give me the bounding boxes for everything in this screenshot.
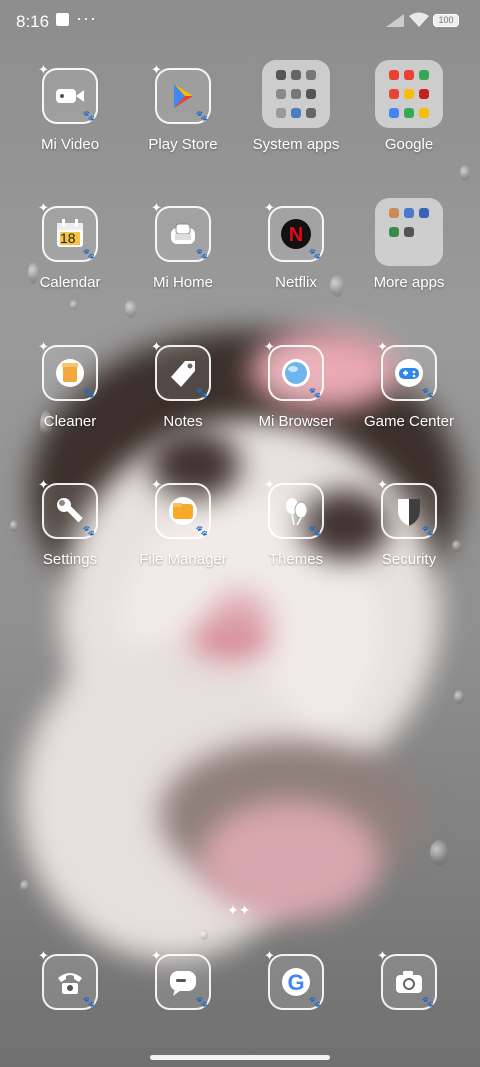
- themes-icon: ✦ 🐾: [264, 477, 324, 539]
- app-file-manager[interactable]: ✦ 🐾 File Manager: [128, 475, 238, 585]
- app-label: Mi Video: [40, 136, 100, 153]
- app-notes[interactable]: ✦ 🐾 Notes: [128, 337, 238, 447]
- calendar-icon: ✦ 18 🐾: [38, 200, 98, 262]
- settings-icon: ✦ 🐾: [38, 477, 98, 539]
- status-bar: 8:16 ··· 100: [0, 0, 480, 44]
- app-settings[interactable]: ✦ 🐾 Settings: [15, 475, 125, 585]
- phone-icon: ✦ 🐾: [38, 948, 98, 1010]
- signal-icon: [386, 14, 404, 27]
- app-themes[interactable]: ✦ 🐾 Themes: [241, 475, 351, 585]
- folder-google[interactable]: Google: [354, 60, 464, 170]
- svg-text:G: G: [287, 970, 304, 995]
- game-center-icon: ✦ 🐾: [377, 339, 437, 401]
- google-icon: ✦ G 🐾: [264, 948, 324, 1010]
- app-netflix[interactable]: ✦ N 🐾 Netflix: [241, 198, 351, 308]
- status-time: 8:16: [16, 12, 50, 31]
- notes-icon: ✦ 🐾: [151, 339, 211, 401]
- home-gesture-bar[interactable]: [150, 1055, 330, 1060]
- calendar-date: 18: [60, 230, 76, 246]
- more-notifications-icon: ···: [76, 8, 97, 28]
- system-apps-folder-icon: [262, 60, 330, 128]
- app-label: Themes: [268, 551, 324, 568]
- app-mi-home[interactable]: ✦ 🐾 Mi Home: [128, 198, 238, 308]
- app-label: Play Store: [148, 136, 218, 153]
- folder-more-apps[interactable]: More apps: [354, 198, 464, 308]
- notification-square-icon: [56, 13, 69, 26]
- security-icon: ✦ 🐾: [377, 477, 437, 539]
- battery-icon: 100: [433, 14, 459, 27]
- app-play-store[interactable]: ✦ 🐾 Play Store: [128, 60, 238, 170]
- app-mi-video[interactable]: ✦ 🐾 Mi Video: [15, 60, 125, 170]
- app-game-center[interactable]: ✦ 🐾 Game Center: [354, 337, 464, 447]
- camera-icon: ✦ 🐾: [377, 948, 437, 1010]
- app-cleaner[interactable]: ✦ 🐾 Cleaner: [15, 337, 125, 447]
- dock-camera[interactable]: ✦ 🐾: [354, 948, 464, 1064]
- app-label: Netflix: [275, 274, 317, 291]
- folder-system-apps[interactable]: System apps: [241, 60, 351, 170]
- wifi-icon: [409, 12, 429, 27]
- app-label: Notes: [163, 413, 203, 430]
- app-label: Cleaner: [43, 413, 97, 430]
- dock-messages[interactable]: ✦ 🐾: [128, 948, 238, 1064]
- app-label: System apps: [252, 136, 340, 153]
- app-label: Security: [381, 551, 437, 568]
- app-label: Calendar: [39, 274, 101, 291]
- netflix-icon: ✦ N 🐾: [264, 200, 324, 262]
- mi-browser-icon: ✦ 🐾: [264, 339, 324, 401]
- file-manager-icon: ✦ 🐾: [151, 477, 211, 539]
- mi-video-icon: ✦ 🐾: [38, 62, 98, 124]
- sparkle-icon: ✦✦: [227, 902, 251, 918]
- cleaner-icon: ✦ 🐾: [38, 339, 98, 401]
- svg-text:N: N: [289, 224, 303, 246]
- app-label: Mi Home: [152, 274, 213, 291]
- app-label: Mi Browser: [258, 413, 334, 430]
- app-security[interactable]: ✦ 🐾 Security: [354, 475, 464, 585]
- app-label: Settings: [42, 551, 98, 568]
- dock-phone[interactable]: ✦ 🐾: [15, 948, 125, 1064]
- app-label: File Manager: [139, 551, 227, 568]
- dock-google[interactable]: ✦ G 🐾: [241, 948, 351, 1064]
- app-label: More apps: [373, 274, 445, 291]
- mi-home-icon: ✦ 🐾: [151, 200, 211, 262]
- play-store-icon: ✦ 🐾: [151, 62, 211, 124]
- app-calendar[interactable]: ✦ 18 🐾 Calendar: [15, 198, 125, 308]
- app-label: Google: [384, 136, 434, 153]
- more-apps-folder-icon: [375, 198, 443, 266]
- app-mi-browser[interactable]: ✦ 🐾 Mi Browser: [241, 337, 351, 447]
- google-folder-icon: [375, 60, 443, 128]
- app-label: Game Center: [363, 413, 455, 430]
- messages-icon: ✦ 🐾: [151, 948, 211, 1010]
